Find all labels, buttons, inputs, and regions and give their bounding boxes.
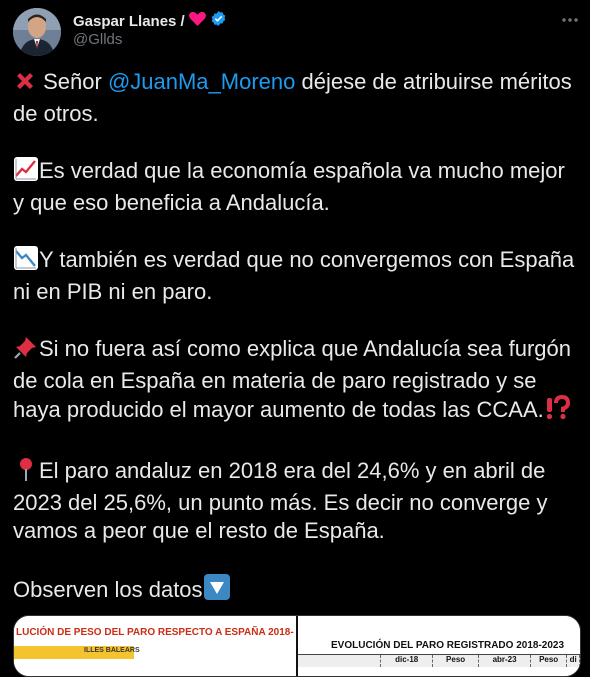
tweet-text: Señor @JuanMa_Moreno déjese de atribuirs… xyxy=(13,68,581,636)
tweet-paragraph-1: Señor @JuanMa_Moreno déjese de atribuirs… xyxy=(13,68,581,128)
round-pushpin-icon xyxy=(13,456,39,489)
author-name-row[interactable]: Gaspar Llanes / xyxy=(73,10,227,32)
tweet-header: Gaspar Llanes / @Gllds xyxy=(0,0,590,60)
chart-increasing-icon xyxy=(13,156,39,189)
author-name[interactable]: Gaspar Llanes / xyxy=(73,13,185,30)
table-header-cell: abr-23 xyxy=(479,655,532,667)
tweet-media-image[interactable]: LUCIÓN DE PESO DEL PARO RESPECTO A ESPAÑ… xyxy=(13,615,581,677)
table-header-cell xyxy=(298,655,382,667)
table-header-cell: dic-18 xyxy=(381,655,434,667)
verified-badge-icon xyxy=(210,10,227,32)
table-header-row: dic-18 Peso abr-23 Peso di xyxy=(298,654,580,667)
tweet-text-segment: Observen los datos xyxy=(13,577,203,602)
chart-left-label: ILLES BALEARS xyxy=(84,647,140,654)
tweet-text-segment: Si no fuera así como explica que Andaluc… xyxy=(13,336,572,422)
chart-left-title: LUCIÓN DE PESO DEL PARO RESPECTO A ESPAÑ… xyxy=(16,627,294,638)
table-header-cell: Peso xyxy=(433,655,480,667)
heart-emoji-icon xyxy=(188,11,206,31)
tweet-text-segment: El paro andaluz en 2018 era del 24,6% y … xyxy=(13,458,548,543)
chart-image-left: LUCIÓN DE PESO DEL PARO RESPECTO A ESPAÑ… xyxy=(14,616,296,676)
tweet-paragraph-6: Observen los datos xyxy=(13,573,581,608)
author-handle[interactable]: @Gllds xyxy=(73,31,122,48)
tweet-text-segment: Y también es verdad que no convergemos c… xyxy=(13,247,575,304)
exclamation-question-icon xyxy=(544,394,570,428)
mention-link[interactable]: @JuanMa_Moreno xyxy=(108,69,295,94)
chart-decreasing-icon xyxy=(13,245,39,278)
down-arrow-button-icon xyxy=(203,573,231,608)
pushpin-icon xyxy=(13,334,39,367)
cross-mark-icon xyxy=(13,69,37,100)
more-options-icon[interactable] xyxy=(559,9,581,31)
table-right-title: EVOLUCIÓN DEL PARO REGISTRADO 2018-2023 xyxy=(331,640,565,651)
tweet-text-segment: Señor xyxy=(37,69,108,94)
tweet-paragraph-4: Si no fuera así como explica que Andaluc… xyxy=(13,334,581,428)
table-image-right: EVOLUCIÓN DEL PARO REGISTRADO 2018-2023 … xyxy=(298,616,580,676)
table-header-cell: di xyxy=(567,655,580,667)
tweet-paragraph-3: Y también es verdad que no convergemos c… xyxy=(13,245,581,306)
tweet-text-segment: Es verdad que la economía española va mu… xyxy=(13,158,565,215)
table-header-cell: Peso xyxy=(531,655,568,667)
tweet-paragraph-5: El paro andaluz en 2018 era del 24,6% y … xyxy=(13,456,581,545)
avatar[interactable] xyxy=(13,8,61,56)
tweet-paragraph-2: Es verdad que la economía española va mu… xyxy=(13,156,581,217)
